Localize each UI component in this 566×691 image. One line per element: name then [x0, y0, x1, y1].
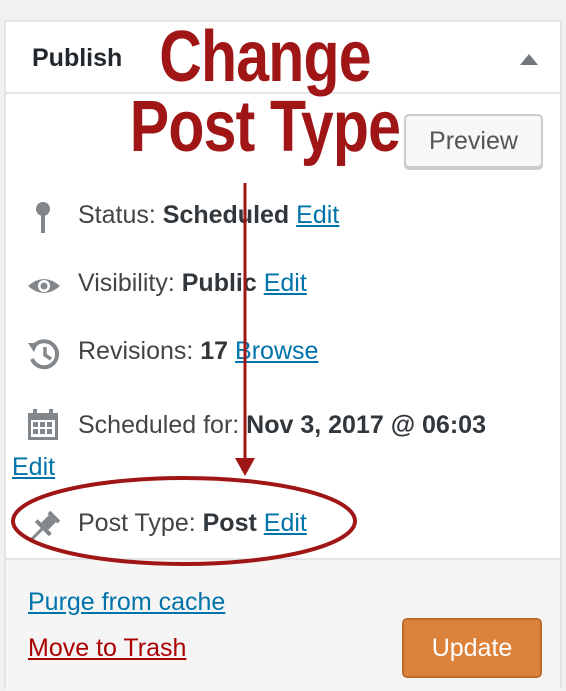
visibility-label: Visibility:	[78, 269, 175, 297]
visibility-value: Public	[181, 269, 257, 297]
purge-cache-link[interactable]: Purge from cache	[28, 588, 225, 617]
annotation-line-2: Post Type	[129, 87, 401, 167]
schedule-row: Scheduled for: Nov 3, 2017 @ 06:03 Edit	[12, 404, 546, 488]
pushpin-icon	[26, 509, 62, 552]
collapse-toggle-icon[interactable]	[520, 54, 538, 65]
move-to-trash-link[interactable]: Move to Trash	[28, 634, 186, 663]
pin-icon	[26, 201, 60, 242]
status-label: Status:	[78, 201, 156, 229]
schedule-value: Nov 3, 2017 @ 06:03	[246, 411, 486, 439]
eye-icon	[26, 269, 62, 310]
update-button[interactable]: Update	[402, 618, 542, 678]
annotation-line-1: Change	[159, 17, 371, 97]
schedule-label: Scheduled for:	[78, 411, 240, 439]
panel-footer: Purge from cache Move to Trash Update	[6, 558, 560, 691]
revisions-browse-link[interactable]: Browse	[235, 337, 318, 365]
annotation-title: Change Post Type	[129, 17, 401, 167]
history-icon	[26, 337, 62, 378]
visibility-edit-link[interactable]: Edit	[264, 269, 307, 297]
schedule-edit-link[interactable]: Edit	[12, 453, 55, 481]
preview-button[interactable]: Preview	[404, 114, 543, 168]
revisions-label: Revisions:	[78, 337, 194, 365]
post-type-value: Post	[202, 509, 257, 537]
panel-title: Publish	[32, 44, 123, 72]
revisions-count: 17	[200, 337, 229, 365]
status-value: Scheduled	[162, 201, 290, 229]
post-type-edit-link[interactable]: Edit	[264, 509, 307, 537]
calendar-icon	[26, 408, 60, 455]
post-type-label: Post Type:	[78, 509, 196, 537]
status-edit-link[interactable]: Edit	[296, 201, 339, 229]
